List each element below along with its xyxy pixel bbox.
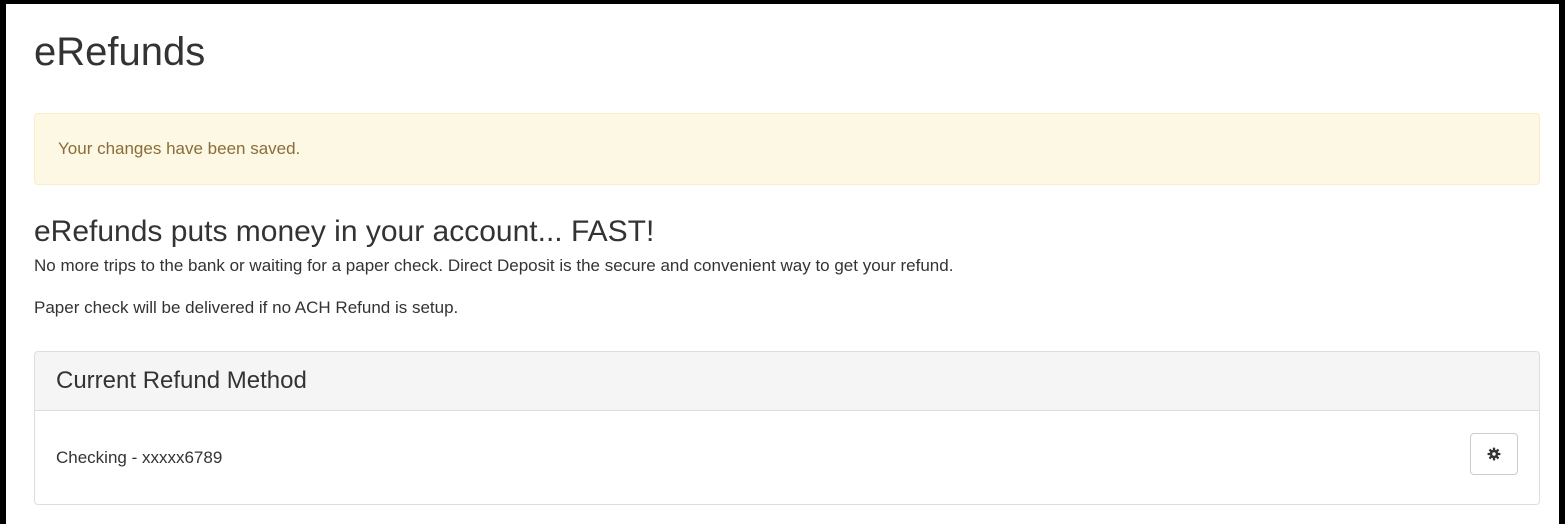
success-alert: Your changes have been saved. bbox=[34, 113, 1540, 185]
panel-heading: Current Refund Method bbox=[35, 352, 1539, 411]
gear-icon bbox=[1487, 447, 1501, 461]
refund-settings-button[interactable] bbox=[1470, 433, 1518, 475]
browser-frame: eRefunds Your changes have been saved. e… bbox=[0, 0, 1565, 524]
promo-text: No more trips to the bank or waiting for… bbox=[34, 256, 954, 275]
page-title: eRefunds bbox=[34, 30, 206, 74]
panel-body: Checking - xxxxx6789 bbox=[35, 411, 1539, 504]
refund-method-panel: Current Refund Method Checking - xxxxx67… bbox=[34, 351, 1540, 505]
promo-heading: eRefunds puts money in your account... F… bbox=[34, 215, 655, 248]
paper-check-note: Paper check will be delivered if no ACH … bbox=[34, 298, 459, 317]
refund-method-value: Checking - xxxxx6789 bbox=[56, 448, 223, 467]
